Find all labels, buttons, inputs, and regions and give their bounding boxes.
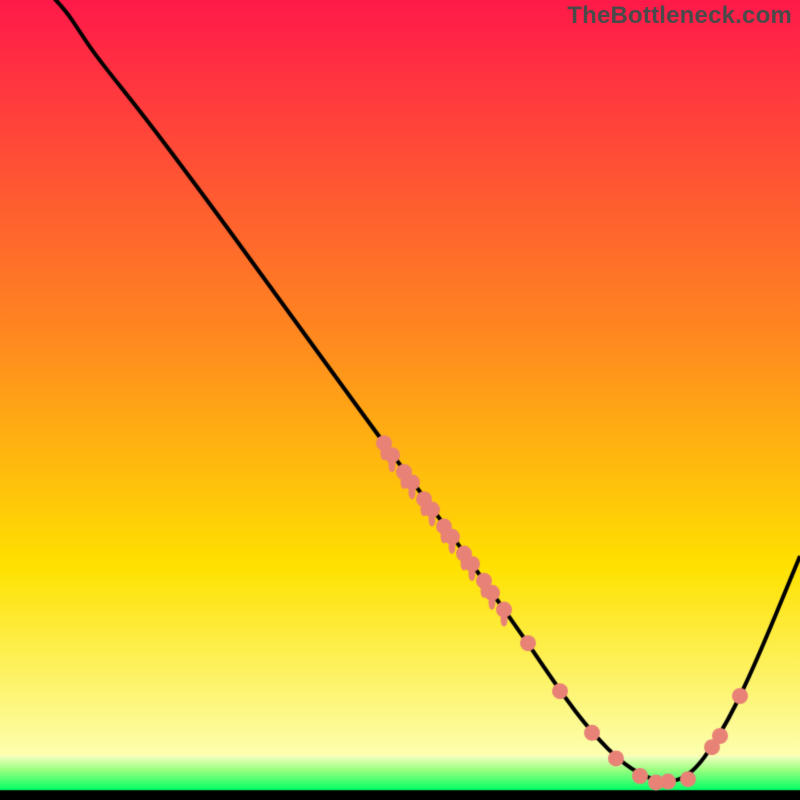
bottleneck-curve — [0, 0, 800, 800]
chart-container: TheBottleneck.com — [0, 0, 800, 800]
watermark-text: TheBottleneck.com — [567, 2, 792, 30]
